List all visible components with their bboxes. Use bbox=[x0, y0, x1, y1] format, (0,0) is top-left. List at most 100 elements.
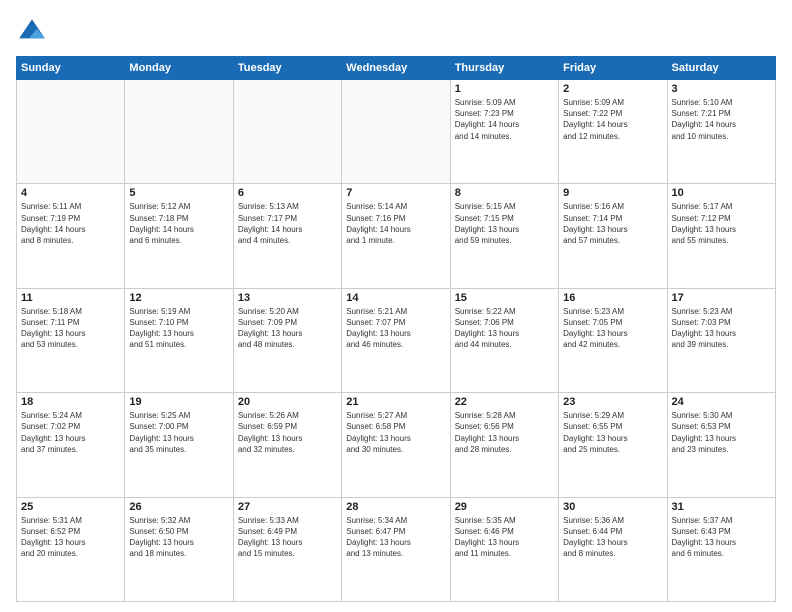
day-number: 17 bbox=[672, 292, 771, 304]
day-number: 6 bbox=[238, 187, 337, 199]
calendar-cell: 19 Sunrise: 5:25 AM Sunset: 7:00 PM Dayli… bbox=[125, 393, 233, 497]
weekday-row: SundayMondayTuesdayWednesdayThursdayFrid… bbox=[17, 57, 776, 80]
day-info: Sunrise: 5:11 AM Sunset: 7:19 PM Dayligh… bbox=[21, 201, 120, 246]
day-info: Sunrise: 5:14 AM Sunset: 7:16 PM Dayligh… bbox=[346, 201, 445, 246]
weekday-header-sunday: Sunday bbox=[17, 57, 125, 80]
day-info: Sunrise: 5:29 AM Sunset: 6:55 PM Dayligh… bbox=[563, 410, 662, 455]
calendar-cell: 28 Sunrise: 5:34 AM Sunset: 6:47 PM Dayli… bbox=[342, 497, 450, 601]
calendar-cell: 17 Sunrise: 5:23 AM Sunset: 7:03 PM Dayli… bbox=[667, 288, 775, 392]
calendar-cell: 23 Sunrise: 5:29 AM Sunset: 6:55 PM Dayli… bbox=[559, 393, 667, 497]
day-number: 15 bbox=[455, 292, 554, 304]
header bbox=[16, 16, 776, 48]
day-info: Sunrise: 5:17 AM Sunset: 7:12 PM Dayligh… bbox=[672, 201, 771, 246]
weekday-header-wednesday: Wednesday bbox=[342, 57, 450, 80]
day-info: Sunrise: 5:18 AM Sunset: 7:11 PM Dayligh… bbox=[21, 306, 120, 351]
calendar-cell: 4Sunrise: 5:11 AM Sunset: 7:19 PM Daylig… bbox=[17, 184, 125, 288]
calendar-cell: 13Sunrise: 5:20 AM Sunset: 7:09 PM Dayli… bbox=[233, 288, 341, 392]
day-info: Sunrise: 5:09 AM Sunset: 7:22 PM Dayligh… bbox=[563, 97, 662, 142]
week-row-2: 4Sunrise: 5:11 AM Sunset: 7:19 PM Daylig… bbox=[17, 184, 776, 288]
calendar-cell: 7 Sunrise: 5:14 AM Sunset: 7:16 PM Daylig… bbox=[342, 184, 450, 288]
calendar-cell bbox=[125, 80, 233, 184]
day-number: 7 bbox=[346, 187, 445, 199]
calendar-cell: 8 Sunrise: 5:15 AM Sunset: 7:15 PM Daylig… bbox=[450, 184, 558, 288]
day-number: 14 bbox=[346, 292, 445, 304]
day-info: Sunrise: 5:24 AM Sunset: 7:02 PM Dayligh… bbox=[21, 410, 120, 455]
calendar-cell bbox=[233, 80, 341, 184]
page: SundayMondayTuesdayWednesdayThursdayFrid… bbox=[0, 0, 792, 612]
calendar-cell: 27 Sunrise: 5:33 AM Sunset: 6:49 PM Dayli… bbox=[233, 497, 341, 601]
day-info: Sunrise: 5:19 AM Sunset: 7:10 PM Dayligh… bbox=[129, 306, 228, 351]
day-number: 28 bbox=[346, 501, 445, 513]
day-info: Sunrise: 5:37 AM Sunset: 6:43 PM Dayligh… bbox=[672, 515, 771, 560]
day-number: 19 bbox=[129, 396, 228, 408]
calendar-cell: 3Sunrise: 5:10 AM Sunset: 7:21 PM Daylig… bbox=[667, 80, 775, 184]
weekday-header-friday: Friday bbox=[559, 57, 667, 80]
calendar-cell: 1 Sunrise: 5:09 AM Sunset: 7:23 PM Daylig… bbox=[450, 80, 558, 184]
calendar-cell: 22Sunrise: 5:28 AM Sunset: 6:56 PM Dayli… bbox=[450, 393, 558, 497]
day-info: Sunrise: 5:34 AM Sunset: 6:47 PM Dayligh… bbox=[346, 515, 445, 560]
day-number: 30 bbox=[563, 501, 662, 513]
day-info: Sunrise: 5:26 AM Sunset: 6:59 PM Dayligh… bbox=[238, 410, 337, 455]
day-info: Sunrise: 5:27 AM Sunset: 6:58 PM Dayligh… bbox=[346, 410, 445, 455]
day-info: Sunrise: 5:31 AM Sunset: 6:52 PM Dayligh… bbox=[21, 515, 120, 560]
week-row-4: 18 Sunrise: 5:24 AM Sunset: 7:02 PM Dayli… bbox=[17, 393, 776, 497]
weekday-header-tuesday: Tuesday bbox=[233, 57, 341, 80]
day-info: Sunrise: 5:23 AM Sunset: 7:05 PM Dayligh… bbox=[563, 306, 662, 351]
calendar-cell: 21 Sunrise: 5:27 AM Sunset: 6:58 PM Dayli… bbox=[342, 393, 450, 497]
calendar-cell: 16 Sunrise: 5:23 AM Sunset: 7:05 PM Dayli… bbox=[559, 288, 667, 392]
day-info: Sunrise: 5:15 AM Sunset: 7:15 PM Dayligh… bbox=[455, 201, 554, 246]
week-row-3: 11 Sunrise: 5:18 AM Sunset: 7:11 PM Dayli… bbox=[17, 288, 776, 392]
calendar-cell: 24Sunrise: 5:30 AM Sunset: 6:53 PM Dayli… bbox=[667, 393, 775, 497]
day-number: 5 bbox=[129, 187, 228, 199]
day-info: Sunrise: 5:32 AM Sunset: 6:50 PM Dayligh… bbox=[129, 515, 228, 560]
day-number: 24 bbox=[672, 396, 771, 408]
day-number: 8 bbox=[455, 187, 554, 199]
day-number: 21 bbox=[346, 396, 445, 408]
day-info: Sunrise: 5:10 AM Sunset: 7:21 PM Dayligh… bbox=[672, 97, 771, 142]
day-number: 13 bbox=[238, 292, 337, 304]
weekday-header-saturday: Saturday bbox=[667, 57, 775, 80]
calendar-cell: 9Sunrise: 5:16 AM Sunset: 7:14 PM Daylig… bbox=[559, 184, 667, 288]
calendar-header: SundayMondayTuesdayWednesdayThursdayFrid… bbox=[17, 57, 776, 80]
calendar-cell: 25 Sunrise: 5:31 AM Sunset: 6:52 PM Dayli… bbox=[17, 497, 125, 601]
calendar-cell: 29 Sunrise: 5:35 AM Sunset: 6:46 PM Dayli… bbox=[450, 497, 558, 601]
day-number: 16 bbox=[563, 292, 662, 304]
calendar-cell: 31Sunrise: 5:37 AM Sunset: 6:43 PM Dayli… bbox=[667, 497, 775, 601]
day-info: Sunrise: 5:09 AM Sunset: 7:23 PM Dayligh… bbox=[455, 97, 554, 142]
weekday-header-monday: Monday bbox=[125, 57, 233, 80]
day-number: 12 bbox=[129, 292, 228, 304]
day-info: Sunrise: 5:35 AM Sunset: 6:46 PM Dayligh… bbox=[455, 515, 554, 560]
calendar-table: SundayMondayTuesdayWednesdayThursdayFrid… bbox=[16, 56, 776, 602]
calendar-cell: 11 Sunrise: 5:18 AM Sunset: 7:11 PM Dayli… bbox=[17, 288, 125, 392]
day-number: 2 bbox=[563, 83, 662, 95]
calendar-cell: 20Sunrise: 5:26 AM Sunset: 6:59 PM Dayli… bbox=[233, 393, 341, 497]
day-info: Sunrise: 5:16 AM Sunset: 7:14 PM Dayligh… bbox=[563, 201, 662, 246]
day-info: Sunrise: 5:25 AM Sunset: 7:00 PM Dayligh… bbox=[129, 410, 228, 455]
day-info: Sunrise: 5:21 AM Sunset: 7:07 PM Dayligh… bbox=[346, 306, 445, 351]
calendar-cell: 10 Sunrise: 5:17 AM Sunset: 7:12 PM Dayli… bbox=[667, 184, 775, 288]
day-number: 11 bbox=[21, 292, 120, 304]
calendar-cell: 26Sunrise: 5:32 AM Sunset: 6:50 PM Dayli… bbox=[125, 497, 233, 601]
day-info: Sunrise: 5:22 AM Sunset: 7:06 PM Dayligh… bbox=[455, 306, 554, 351]
calendar-cell bbox=[342, 80, 450, 184]
logo bbox=[16, 16, 52, 48]
day-number: 22 bbox=[455, 396, 554, 408]
day-number: 27 bbox=[238, 501, 337, 513]
day-info: Sunrise: 5:23 AM Sunset: 7:03 PM Dayligh… bbox=[672, 306, 771, 351]
calendar-body: 1 Sunrise: 5:09 AM Sunset: 7:23 PM Daylig… bbox=[17, 80, 776, 602]
day-info: Sunrise: 5:12 AM Sunset: 7:18 PM Dayligh… bbox=[129, 201, 228, 246]
day-number: 18 bbox=[21, 396, 120, 408]
calendar-cell: 15 Sunrise: 5:22 AM Sunset: 7:06 PM Dayli… bbox=[450, 288, 558, 392]
day-number: 25 bbox=[21, 501, 120, 513]
calendar-cell: 5 Sunrise: 5:12 AM Sunset: 7:18 PM Daylig… bbox=[125, 184, 233, 288]
calendar-cell: 18 Sunrise: 5:24 AM Sunset: 7:02 PM Dayli… bbox=[17, 393, 125, 497]
day-number: 29 bbox=[455, 501, 554, 513]
day-number: 1 bbox=[455, 83, 554, 95]
day-number: 10 bbox=[672, 187, 771, 199]
day-info: Sunrise: 5:33 AM Sunset: 6:49 PM Dayligh… bbox=[238, 515, 337, 560]
calendar-cell: 30Sunrise: 5:36 AM Sunset: 6:44 PM Dayli… bbox=[559, 497, 667, 601]
week-row-1: 1 Sunrise: 5:09 AM Sunset: 7:23 PM Daylig… bbox=[17, 80, 776, 184]
day-number: 23 bbox=[563, 396, 662, 408]
calendar-cell: 14 Sunrise: 5:21 AM Sunset: 7:07 PM Dayli… bbox=[342, 288, 450, 392]
calendar-cell: 6Sunrise: 5:13 AM Sunset: 7:17 PM Daylig… bbox=[233, 184, 341, 288]
